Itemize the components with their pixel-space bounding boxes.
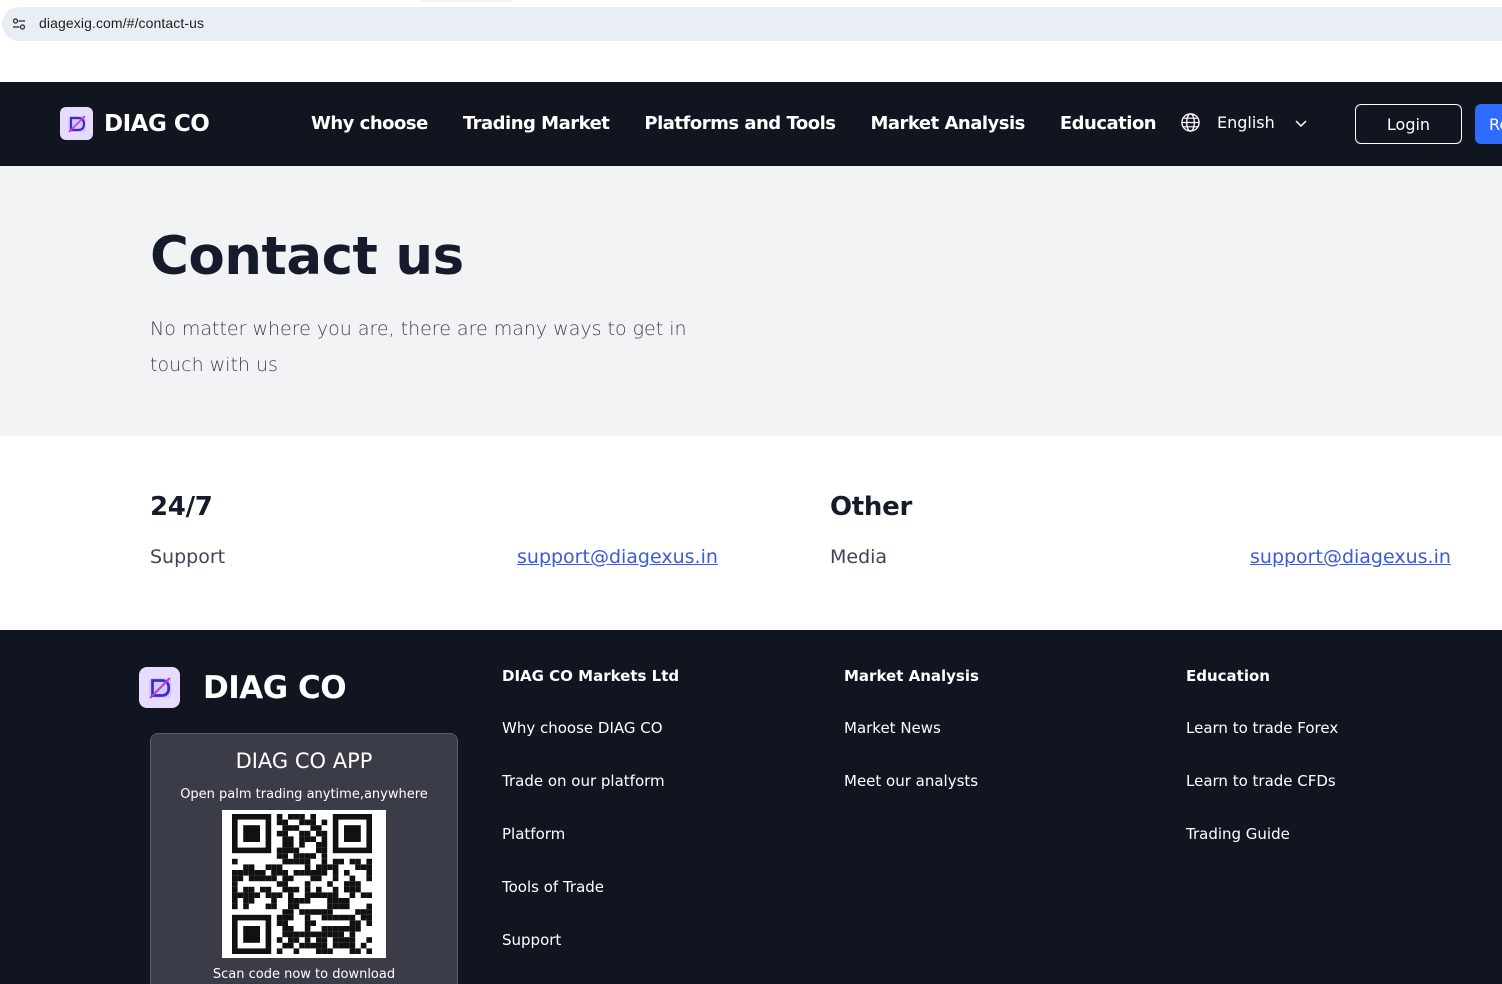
footer-col-heading: Education xyxy=(1186,667,1270,685)
contact-label: Media xyxy=(830,546,888,568)
tab-indicator xyxy=(420,0,512,2)
contact-heading: Other xyxy=(830,492,912,522)
contact-block-other: Other xyxy=(830,492,912,522)
page: diagexig.com/#/contact-us DIAG CO Why ch… xyxy=(0,0,1502,984)
logo-text: DIAG CO xyxy=(104,110,210,137)
app-subtitle: Open palm trading anytime,anywhere xyxy=(180,787,428,802)
support-email-link[interactable]: support@diagexus.in xyxy=(517,546,718,568)
nav-education[interactable]: Education xyxy=(1060,113,1157,134)
contact-heading: 24/7 xyxy=(150,492,213,522)
footer-col-heading: DIAG CO Markets Ltd xyxy=(502,667,680,685)
qr-code-icon xyxy=(232,814,372,954)
footer-link-cfds[interactable]: Learn to trade CFDs xyxy=(1186,772,1338,793)
hero-section: Contact us No matter where you are, ther… xyxy=(0,166,1502,436)
media-email-link[interactable]: support@diagexus.in xyxy=(1250,546,1451,568)
qr-code[interactable] xyxy=(222,810,386,958)
address-bar[interactable]: diagexig.com/#/contact-us xyxy=(2,7,1502,41)
chevron-down-icon xyxy=(1295,119,1307,127)
footer-logo-text: DIAG CO xyxy=(203,669,347,706)
site-logo[interactable]: DIAG CO xyxy=(60,107,210,140)
app-scan-text: Scan code now to download xyxy=(212,967,396,982)
hero-subtitle: No matter where you are, there are many … xyxy=(150,318,687,376)
browser-gap xyxy=(0,41,1502,82)
footer-link-platform[interactable]: Platform xyxy=(502,825,679,846)
contact-label: Support xyxy=(150,546,226,568)
page-title: Contact us xyxy=(150,226,464,287)
nav-platforms-and-tools[interactable]: Platforms and Tools xyxy=(644,113,836,134)
browser-tabstrip xyxy=(0,0,1502,7)
main-nav: Why choose Trading Market Platforms and … xyxy=(311,113,1191,134)
footer-link-why-choose[interactable]: Why choose DIAG CO xyxy=(502,719,679,740)
footer-col-company: DIAG CO Markets Ltd Why choose DIAG CO T… xyxy=(502,667,679,952)
logo-mark-icon xyxy=(60,107,93,140)
footer-col-heading: Market Analysis xyxy=(844,667,979,685)
contact-section: 24/7 Support support@diagexus.in Other M… xyxy=(0,436,1502,630)
footer-link-support[interactable]: Support xyxy=(502,931,679,952)
url-text[interactable]: diagexig.com/#/contact-us xyxy=(39,15,204,31)
language-selector[interactable]: English xyxy=(1180,112,1308,133)
footer-link-trading-guide[interactable]: Trading Guide xyxy=(1186,825,1338,846)
language-label: English xyxy=(1217,113,1275,132)
footer-link-forex[interactable]: Learn to trade Forex xyxy=(1186,719,1338,740)
globe-icon xyxy=(1181,113,1200,132)
footer-link-trade-platform[interactable]: Trade on our platform xyxy=(502,772,679,793)
site-navbar: DIAG CO Why choose Trading Market Platfo… xyxy=(0,82,1502,166)
nav-why-choose[interactable]: Why choose xyxy=(311,113,428,134)
nav-market-analysis[interactable]: Market Analysis xyxy=(870,113,1025,134)
footer-col-analysis: Market Analysis Market News Meet our ana… xyxy=(844,667,979,793)
logo-mark-icon xyxy=(139,667,180,708)
site-settings-icon[interactable] xyxy=(12,17,26,31)
nav-trading-market[interactable]: Trading Market xyxy=(463,113,610,134)
site-footer: DIAG CO DIAG CO APP Open palm trading an… xyxy=(0,630,1502,984)
app-title: DIAG CO APP xyxy=(235,749,373,773)
footer-col-education: Education Learn to trade Forex Learn to … xyxy=(1186,667,1338,846)
contact-block-support: 24/7 xyxy=(150,492,213,522)
register-button[interactable]: Re xyxy=(1475,104,1502,144)
footer-link-analysts[interactable]: Meet our analysts xyxy=(844,772,979,793)
login-button[interactable]: Login xyxy=(1355,104,1462,144)
app-download-card: DIAG CO APP Open palm trading anytime,an… xyxy=(150,733,458,984)
footer-link-tools[interactable]: Tools of Trade xyxy=(502,878,679,899)
footer-link-market-news[interactable]: Market News xyxy=(844,719,979,740)
footer-logo[interactable]: DIAG CO xyxy=(139,667,347,708)
